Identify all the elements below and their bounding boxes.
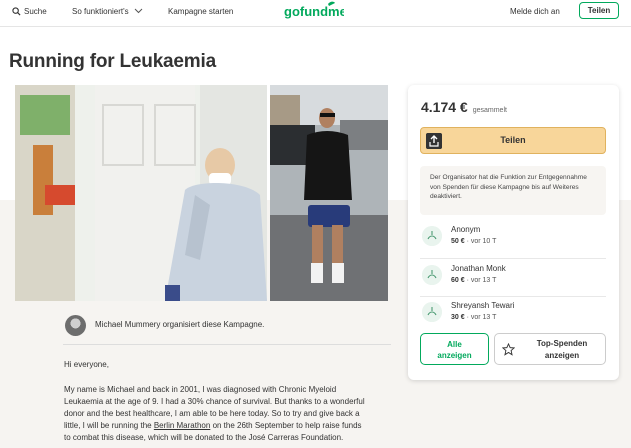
organizer-avatar[interactable]	[65, 315, 86, 336]
star-icon	[502, 343, 515, 356]
donor-time: vor 13 T	[470, 277, 497, 284]
donor-meta: 50 € · vor 10 T	[451, 238, 496, 245]
top-donations-button[interactable]: Top-Spenden anzeigen	[494, 333, 606, 365]
donor-name: Anonym	[451, 225, 481, 234]
search-icon	[12, 6, 21, 16]
story-line: My name is Michael and back in 2001, I w…	[64, 385, 337, 394]
donor-name: Shreyansh Tewari	[451, 301, 515, 310]
donor-amount: 30 €	[451, 314, 465, 321]
story-line: to combat this disease, which will be do…	[64, 433, 344, 442]
chevron-down-icon	[134, 8, 143, 14]
story-line: Leukaemia at the age of 9. I had a 30% c…	[64, 397, 365, 406]
raised-amount-value: 4.174 €	[421, 99, 468, 115]
search-label: Suche	[24, 6, 47, 16]
how-it-works-menu[interactable]: So funktioniert's	[72, 0, 143, 22]
donor-avatar-icon	[422, 265, 442, 285]
header-share-button[interactable]: Teilen	[579, 2, 619, 19]
divider	[420, 258, 606, 259]
how-it-works-label: So funktioniert's	[72, 6, 129, 16]
logo-text: gofundme	[284, 4, 344, 19]
donor-separator: ·	[466, 277, 469, 284]
gofundme-logo[interactable]: gofundme	[284, 1, 344, 21]
share-button[interactable]: Teilen	[420, 127, 606, 154]
top-nav: Suche So funktioniert's Kampagne starten…	[0, 0, 631, 27]
raised-amount: 4.174 € gesammelt	[421, 99, 507, 115]
story-text: on the 26th September to help raise fund…	[212, 421, 362, 430]
donor-amount: 50 €	[451, 238, 465, 245]
login-link[interactable]: Melde dich an	[510, 0, 560, 22]
donor-separator: ·	[466, 314, 469, 321]
donor-name: Jonathan Monk	[451, 264, 506, 273]
organizer-text: Michael Mummery organisiert diese Kampag…	[95, 320, 265, 329]
donor-avatar-icon	[422, 226, 442, 246]
donor-meta: 60 € · vor 13 T	[451, 277, 496, 284]
search-link[interactable]: Suche	[12, 0, 47, 22]
start-campaign-label: Kampagne starten	[168, 6, 234, 16]
story-greeting: Hi everyone,	[64, 360, 109, 369]
donor-amount: 60 €	[451, 277, 465, 284]
story-line: donor and the best healthcare, I am able…	[64, 409, 360, 418]
start-campaign-link[interactable]: Kampagne starten	[168, 0, 233, 22]
donor-time: vor 13 T	[470, 314, 497, 321]
donation-card: 4.174 € gesammelt Teilen Der Organisator…	[408, 85, 619, 380]
campaign-photo-hospital	[15, 85, 267, 301]
show-all-donations-button[interactable]: Alle anzeigen	[420, 333, 489, 365]
donations-disabled-notice: Der Organisator hat die Funktion zur Ent…	[420, 166, 606, 215]
top-donations-line2: anzeigen	[544, 351, 580, 360]
donor-item: Shreyansh Tewari 30 € · vor 13 T	[420, 297, 606, 334]
runner-photo-illustration	[270, 85, 388, 301]
donor-avatar-icon	[422, 302, 442, 322]
donor-time: vor 10 T	[470, 238, 497, 245]
donor-meta: 30 € · vor 13 T	[451, 314, 496, 321]
berlin-marathon-link[interactable]: Berlin Marathon	[154, 421, 210, 430]
hospital-photo-illustration	[15, 85, 267, 301]
donor-item: Anonym 50 € · vor 10 T	[420, 221, 606, 258]
organizer-row: Michael Mummery organisiert diese Kampag…	[63, 313, 391, 345]
share-button-label: Teilen	[500, 135, 526, 145]
show-all-line1: Alle	[447, 340, 462, 349]
donor-item: Jonathan Monk 60 € · vor 13 T	[420, 260, 606, 297]
show-all-line2: anzeigen	[437, 351, 472, 360]
campaign-photo-runner	[270, 85, 388, 301]
top-donations-line1: Top-Spenden	[536, 339, 588, 348]
raised-amount-label: gesammelt	[472, 107, 507, 114]
story-text: little, I will be running the	[64, 421, 152, 430]
page-title: Running for Leukaemia	[9, 51, 216, 72]
login-label: Melde dich an	[510, 6, 560, 16]
story-line: little, I will be running the Berlin Mar…	[64, 420, 362, 432]
header-share-label: Teilen	[587, 6, 611, 15]
donor-separator: ·	[466, 238, 469, 245]
